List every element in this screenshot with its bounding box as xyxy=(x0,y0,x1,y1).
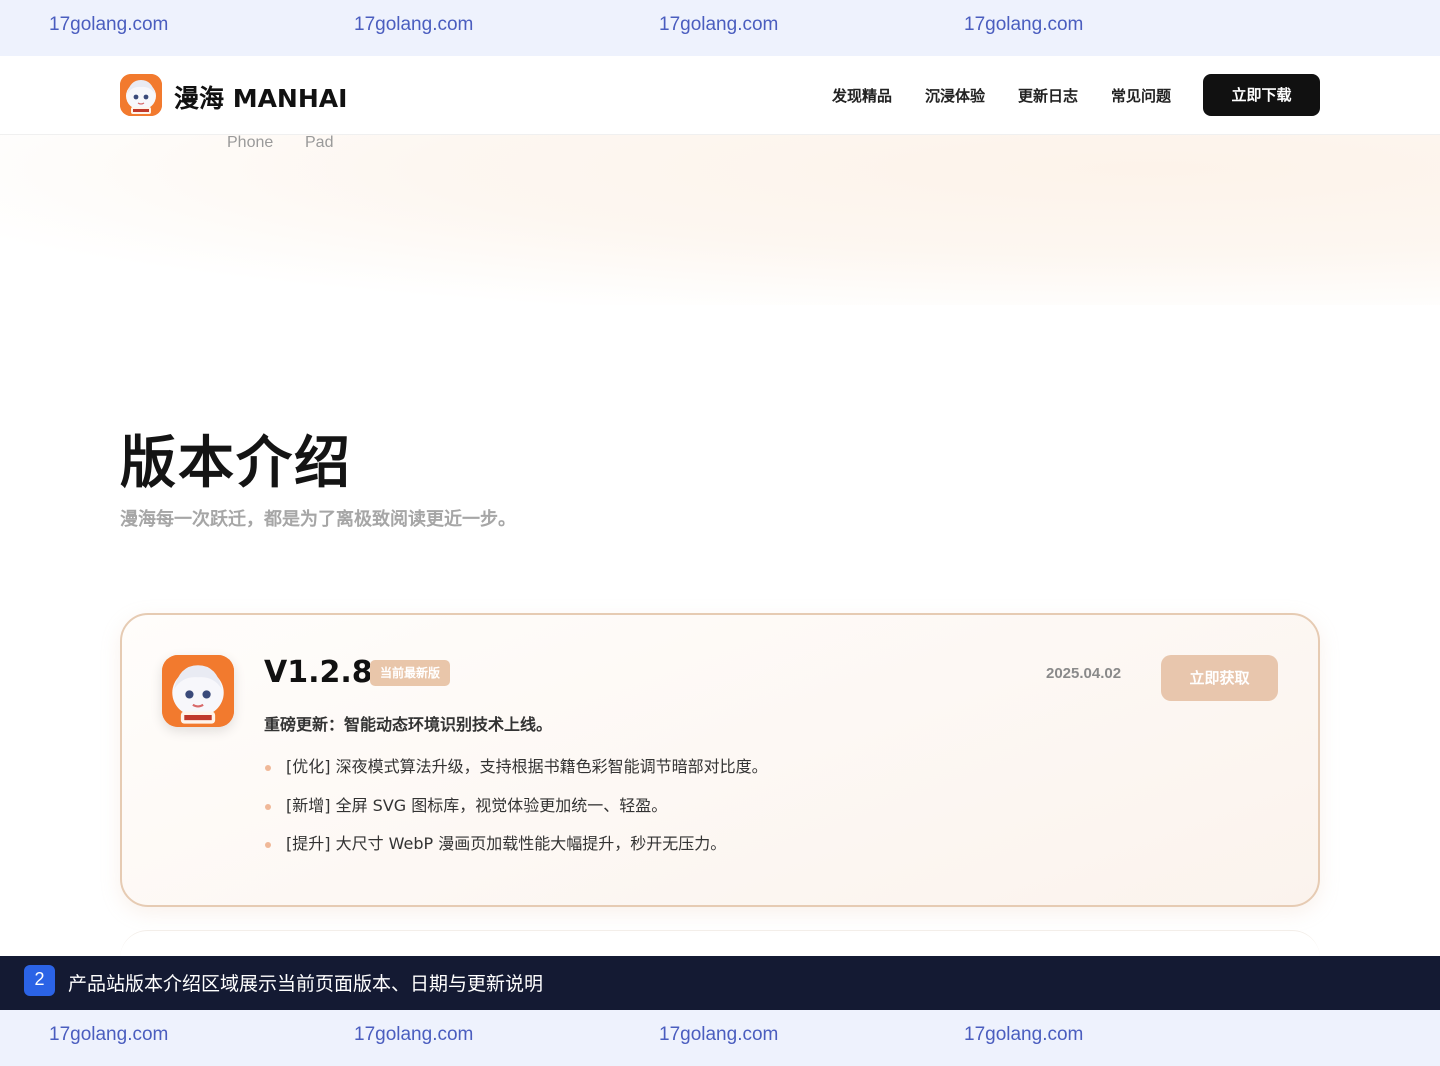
caption-text: 产品站版本介绍区域展示当前页面版本、日期与更新说明 xyxy=(68,973,544,995)
nav-item-discover[interactable]: 发现精品 xyxy=(832,85,892,106)
nav-item-immersive[interactable]: 沉浸体验 xyxy=(925,85,985,106)
device-tab-pad[interactable]: Pad xyxy=(305,134,333,152)
brand-name[interactable]: 漫海 MANHAI xyxy=(174,79,347,115)
release-note-item: [新增] 全屏 SVG 图标库，视觉体验更加统一、轻盈。 xyxy=(264,794,768,833)
nav-item-faq[interactable]: 常见问题 xyxy=(1111,85,1171,106)
bullet-dot-icon xyxy=(265,803,271,810)
manhai-app-icon[interactable] xyxy=(120,74,162,116)
latest-version-badge: 当前最新版 xyxy=(370,660,451,686)
watermark-strip-top: 17golang.com 17golang.com 17golang.com 1… xyxy=(0,0,1440,56)
watermark-text: 17golang.com xyxy=(354,14,474,35)
release-date: 2025.04.02 xyxy=(1046,665,1122,682)
manhai-app-icon xyxy=(162,655,234,727)
watermark-text: 17golang.com xyxy=(964,14,1084,35)
get-now-button[interactable]: 立即获取 xyxy=(1161,655,1278,701)
device-tab-phone[interactable]: Phone xyxy=(227,134,273,152)
bullet-dot-icon xyxy=(265,765,271,771)
caption-number-badge: 2 xyxy=(24,965,55,996)
site-header: 漫海 MANHAI 发现精品 沉浸体验 更新日志 常见问题 立即下载 xyxy=(0,56,1440,135)
watermark-text: 17golang.com xyxy=(659,1024,779,1045)
watermark-text: 17golang.com xyxy=(49,1024,169,1045)
release-note-item: [优化] 深夜模式算法升级，支持根据书籍色彩智能调节暗部对比度。 xyxy=(264,755,768,794)
release-note-text: [新增] 全屏 SVG 图标库，视觉体验更加统一、轻盈。 xyxy=(286,795,668,815)
bullet-dot-icon xyxy=(265,842,271,848)
watermark-text: 17golang.com xyxy=(964,1024,1084,1045)
watermark-strip-bottom: 17golang.com 17golang.com 17golang.com 1… xyxy=(0,1010,1440,1066)
release-note-text: [提升] 大尺寸 WebP 漫画页加载性能大幅提升，秒开无压力。 xyxy=(286,834,727,853)
caption-bar: 2 产品站版本介绍区域展示当前页面版本、日期与更新说明 xyxy=(0,956,1440,1010)
version-number: V1.2.8 xyxy=(264,655,373,690)
release-notes-list: [优化] 深夜模式算法升级，支持根据书籍色彩智能调节暗部对比度。 [新增] 全屏… xyxy=(264,755,768,871)
watermark-text: 17golang.com xyxy=(659,14,779,35)
section-title: 版本介绍 xyxy=(120,431,352,496)
release-headline: 重磅更新：智能动态环境识别技术上线。 xyxy=(264,715,553,734)
download-button[interactable]: 立即下载 xyxy=(1203,74,1320,116)
section-subtitle: 漫海每一次跃迁，都是为了离极致阅读更近一步。 xyxy=(120,509,516,530)
release-note-item: [提升] 大尺寸 WebP 漫画页加载性能大幅提升，秒开无压力。 xyxy=(264,832,768,871)
watermark-text: 17golang.com xyxy=(354,1024,474,1045)
release-card: V1.2.8 当前最新版 2025.04.02 立即获取 重磅更新：智能动态环境… xyxy=(120,613,1320,907)
watermark-text: 17golang.com xyxy=(49,14,169,35)
nav-item-changelog[interactable]: 更新日志 xyxy=(1018,85,1078,106)
hero-background xyxy=(0,135,1440,305)
release-note-text: [优化] 深夜模式算法升级，支持根据书籍色彩智能调节暗部对比度。 xyxy=(286,757,768,776)
